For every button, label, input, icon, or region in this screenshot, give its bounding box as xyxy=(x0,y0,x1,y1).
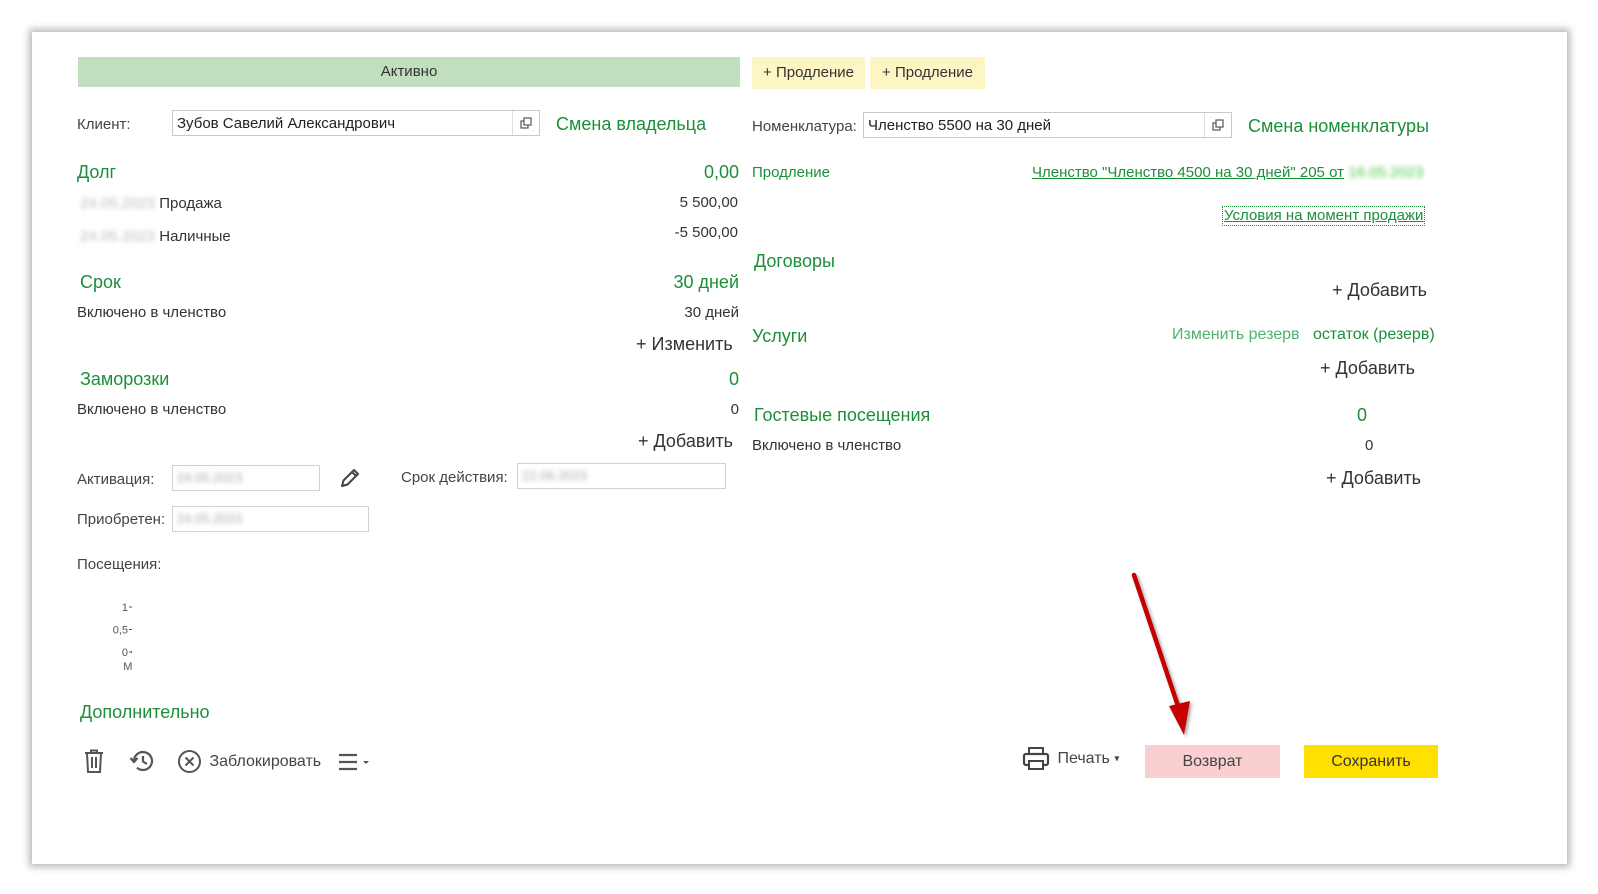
renewal-link-date: 16.05.2023 xyxy=(1348,164,1424,181)
freezes-row-label: Включено в членство xyxy=(77,401,227,418)
printer-icon xyxy=(1022,747,1050,770)
renewal-link[interactable]: Членство "Членство 4500 на 30 дней" 205 … xyxy=(1032,164,1344,181)
change-owner-link[interactable]: Смена владельца xyxy=(556,114,706,135)
client-label: Клиент: xyxy=(77,116,131,133)
print-button[interactable]: Печать ▾ xyxy=(1022,746,1119,772)
debt-row-1-amount: 5 500,00 xyxy=(679,194,738,211)
block-x-icon xyxy=(178,750,201,773)
save-button[interactable]: Сохранить xyxy=(1304,745,1438,778)
chart-point xyxy=(131,650,132,654)
balance-reserve-label: остаток (резерв) xyxy=(1313,326,1435,343)
client-field[interactable]: Зубов Савелий Александрович xyxy=(172,110,540,136)
visits-chart: 1 0,5 0 Май xyxy=(113,602,132,673)
term-title: Срок xyxy=(80,272,121,292)
acquired-value: 24.05.2023 xyxy=(177,511,243,526)
validity-label: Срок действия: xyxy=(401,469,508,486)
term-change-button[interactable]: + Изменить xyxy=(636,334,733,355)
activation-label: Активация: xyxy=(77,471,155,488)
term-row-label: Включено в членство xyxy=(77,304,227,321)
nomenclature-value: Членство 5500 на 30 дней xyxy=(868,117,1051,134)
debt-row-2-date: 24.05.2023 xyxy=(80,228,156,245)
validity-value: 22.06.2023 xyxy=(522,468,588,483)
history-icon[interactable] xyxy=(128,748,156,779)
freezes-total: 0 xyxy=(728,369,739,389)
block-button[interactable]: Заблокировать xyxy=(177,749,321,774)
guest-visits-add-button[interactable]: + Добавить xyxy=(1326,468,1421,489)
open-nomenclature-icon[interactable] xyxy=(1204,113,1231,137)
nomenclature-field[interactable]: Членство 5500 на 30 дней xyxy=(863,112,1232,138)
services-title: Услуги xyxy=(752,326,808,346)
change-nomenclature-link[interactable]: Смена номенклатуры xyxy=(1248,116,1429,137)
chart-y-tick-label: 1 xyxy=(122,602,128,614)
debt-row-1-date: 24.05.2023 xyxy=(80,195,156,212)
debt-total: 0,00 xyxy=(703,162,739,182)
guest-visits-row-label: Включено в членство xyxy=(752,437,902,454)
extension-button-1[interactable]: + Продление xyxy=(752,57,865,89)
trash-icon[interactable] xyxy=(82,748,106,779)
contracts-add-button[interactable]: + Добавить xyxy=(1332,280,1427,301)
activation-field[interactable]: 24.05.2023 xyxy=(172,465,320,491)
term-row-value: 30 дней xyxy=(684,304,739,321)
conditions-link[interactable]: Условия на момент продажи xyxy=(1224,207,1423,224)
guest-visits-title: Гостевые посещения xyxy=(754,405,931,425)
chart-y-tick-label: 0 xyxy=(122,647,128,659)
debt-row-2-label: Наличные xyxy=(159,228,231,245)
change-reserve-link[interactable]: Изменить резерв xyxy=(1172,326,1300,344)
freezes-title: Заморозки xyxy=(80,369,170,389)
extension-button-2[interactable]: + Продление xyxy=(870,57,985,89)
visits-label: Посещения: xyxy=(77,556,162,573)
activation-value: 24.05.2023 xyxy=(177,470,243,485)
renewal-label: Продление xyxy=(752,164,830,181)
validity-field[interactable]: 22.06.2023 xyxy=(517,463,726,489)
return-button[interactable]: Возврат xyxy=(1145,745,1280,778)
print-caret-icon: ▾ xyxy=(1114,753,1120,765)
term-total: 30 дней xyxy=(673,272,739,292)
more-menu-icon[interactable] xyxy=(337,751,371,778)
print-label: Печать xyxy=(1057,750,1110,767)
renewal-link-wrap[interactable]: Членство "Членство 4500 на 30 дней" 205 … xyxy=(1032,164,1423,182)
acquired-field[interactable]: 24.05.2023 xyxy=(172,506,369,532)
status-bar: Активно xyxy=(78,57,740,87)
chart-y-tick-label: 0,5 xyxy=(113,625,128,637)
annotation-arrow-icon xyxy=(1131,572,1190,735)
freezes-add-button[interactable]: + Добавить xyxy=(638,431,733,452)
debt-row-2: 24.05.2023 Наличные xyxy=(80,228,231,245)
edit-activation-pencil-icon[interactable] xyxy=(337,465,363,496)
debt-row-1-label: Продажа xyxy=(159,195,222,212)
debt-title: Долг xyxy=(77,162,117,182)
open-client-icon[interactable] xyxy=(512,111,539,135)
conditions-link-wrap[interactable]: Условия на момент продажи xyxy=(1222,206,1426,226)
block-label: Заблокировать xyxy=(209,752,322,770)
guest-visits-row-value: 0 xyxy=(1365,437,1374,454)
additional-title: Дополнительно xyxy=(80,702,210,722)
debt-row-1: 24.05.2023 Продажа xyxy=(80,195,222,212)
freezes-row-value: 0 xyxy=(730,401,739,418)
membership-card: Активно + Продление + Продление Клиент: … xyxy=(32,32,1567,864)
client-value: Зубов Савелий Александрович xyxy=(177,115,396,132)
acquired-label: Приобретен: xyxy=(77,511,166,528)
services-add-button[interactable]: + Добавить xyxy=(1320,358,1415,379)
chart-x-tick-label: Май xyxy=(123,661,132,673)
nomenclature-label: Номенклатура: xyxy=(752,118,857,135)
debt-row-2-amount: -5 500,00 xyxy=(674,224,738,241)
guest-visits-total: 0 xyxy=(1357,405,1368,425)
contracts-title: Договоры xyxy=(754,251,835,271)
